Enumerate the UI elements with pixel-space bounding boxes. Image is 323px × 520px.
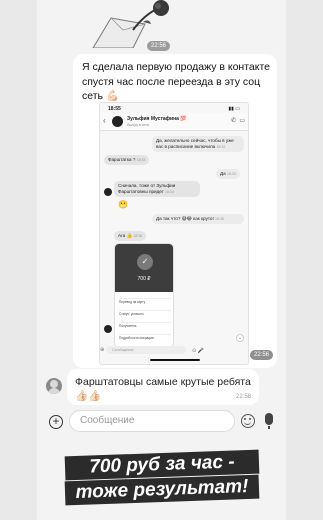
chat-header: ‹ Зульфия Мустафина 💯 был(а) в сети ✆ ▭ bbox=[100, 113, 248, 131]
avatar bbox=[104, 325, 112, 333]
sender-avatar[interactable] bbox=[46, 378, 62, 394]
list-item: Да, желательно сейчас, чтобы в уже вас в… bbox=[152, 136, 244, 152]
message-bubble[interactable]: Я сделала первую продажу в контакте спус… bbox=[73, 54, 277, 368]
message-bubble[interactable]: Фарштатовцы самые крутые ребята 👍🏻👍🏻 22:… bbox=[67, 369, 259, 405]
message-composer: + Сообщение bbox=[37, 409, 286, 435]
list-item: Ага 👍 18:36 bbox=[114, 231, 147, 241]
sticker-timestamp: 22:56 bbox=[147, 41, 171, 51]
attach-icon: ⊕ bbox=[100, 347, 105, 353]
payment-receipt-card: ✓ 700 ₽ Перевод на карту Статус: успешно… bbox=[114, 243, 174, 348]
message-input[interactable]: Сообщение bbox=[69, 410, 235, 432]
home-indicator bbox=[150, 359, 200, 361]
message-timestamp: 22:56 bbox=[249, 350, 273, 360]
message-text: Я сделала первую продажу в контакте спус… bbox=[82, 61, 271, 102]
receipt-row: Перевод на карту bbox=[119, 298, 171, 304]
message-text: Фарштатовцы самые крутые ребята 👍🏻👍🏻 bbox=[75, 376, 251, 402]
scroll-down-icon: ⌄ bbox=[236, 334, 244, 342]
input-icons: ⊙ 🎤 bbox=[192, 348, 204, 354]
list-item: Фарштатка ? 18:33 bbox=[104, 155, 150, 165]
add-attachment-icon[interactable]: + bbox=[49, 415, 63, 429]
check-icon: ✓ bbox=[137, 254, 153, 270]
microphone-icon[interactable] bbox=[265, 413, 273, 429]
receipt-row: Подробности операции bbox=[119, 334, 171, 340]
receipt-header: ✓ 700 ₽ bbox=[115, 244, 173, 292]
list-item: 😬 bbox=[118, 200, 128, 209]
emoji-icon[interactable] bbox=[241, 414, 255, 428]
message-timestamp: 22:58 bbox=[235, 394, 251, 400]
screenshot-input: Сообщение bbox=[106, 346, 186, 354]
receipt-row: Получатель bbox=[119, 322, 171, 328]
contact-status: был(а) в сети bbox=[127, 123, 149, 127]
avatar bbox=[104, 188, 112, 196]
status-time: 18:55 bbox=[108, 106, 121, 112]
chat-screen: 22:56 Я сделала первую продажу в контакт… bbox=[37, 0, 286, 520]
contact-name: Зульфия Мустафина 💯 bbox=[127, 116, 187, 122]
receipt-row: Статус: успешно bbox=[119, 310, 171, 316]
attached-screenshot[interactable]: 18:55 ▮▮ ▭ ‹ Зульфия Мустафина 💯 был(а) … bbox=[99, 102, 249, 365]
list-item: Да 18:33 bbox=[216, 169, 240, 179]
phone-icon: ✆ bbox=[230, 118, 236, 124]
message-input-placeholder: Сообщение bbox=[80, 415, 135, 426]
back-icon: ‹ bbox=[103, 116, 106, 125]
list-item: Да так что? 😅😂 как круто! 18:35 bbox=[152, 214, 244, 224]
receipt-amount: 700 ₽ bbox=[137, 276, 151, 282]
video-icon: ▭ bbox=[239, 118, 245, 124]
avatar bbox=[112, 116, 123, 127]
list-item: Сначала, тоже от Зульфии Фарштатовны при… bbox=[114, 181, 200, 197]
status-icons: ▮▮ ▭ bbox=[228, 106, 240, 112]
